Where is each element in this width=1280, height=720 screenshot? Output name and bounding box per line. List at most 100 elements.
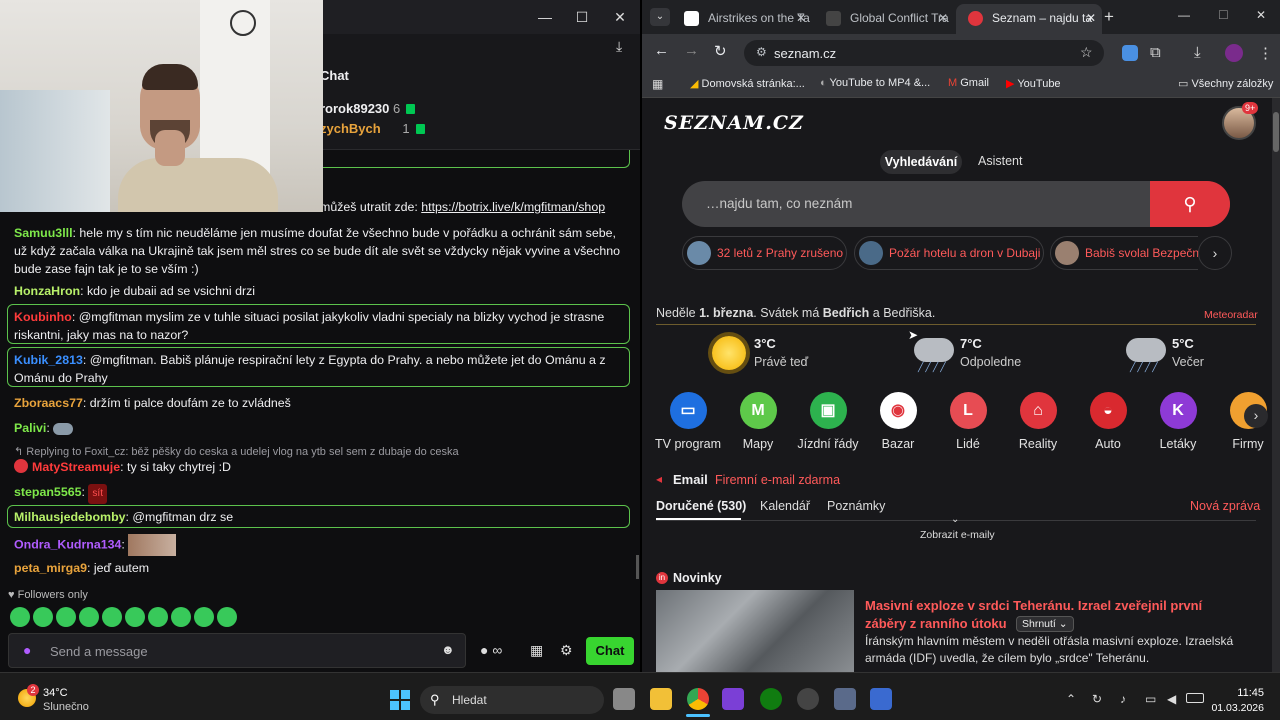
back-button[interactable]: ← bbox=[654, 42, 669, 59]
news-title[interactable]: Novinky bbox=[673, 571, 722, 585]
tab-search-button[interactable]: ⌄ bbox=[650, 8, 670, 26]
emote-icon[interactable] bbox=[33, 607, 53, 627]
microphone-icon[interactable]: ● bbox=[23, 642, 31, 658]
clock-time[interactable]: 11:45 bbox=[1214, 687, 1264, 699]
settings-icon[interactable] bbox=[834, 688, 856, 710]
service-letaky[interactable]: K Letáky bbox=[1143, 392, 1213, 451]
forward-button[interactable]: → bbox=[684, 42, 699, 59]
service-reality[interactable]: ⌂ Reality bbox=[1003, 392, 1073, 451]
chat-send-button[interactable]: Chat bbox=[586, 637, 634, 665]
gear-icon[interactable]: ⚙ bbox=[560, 642, 573, 659]
taskbar-search[interactable]: ⚲ Hledat bbox=[420, 686, 604, 714]
close-button[interactable]: ✕ bbox=[601, 0, 639, 34]
scrollbar[interactable] bbox=[1272, 98, 1280, 672]
bookmark-star-icon[interactable]: ☆ bbox=[1080, 44, 1093, 61]
battery-icon[interactable] bbox=[1186, 693, 1204, 703]
app-icon[interactable] bbox=[722, 688, 744, 710]
sync-icon[interactable]: ↻ bbox=[1092, 692, 1102, 706]
service-tv-program[interactable]: ▭ TV program bbox=[653, 392, 723, 451]
news-chip[interactable]: 32 letů z Prahy zrušeno bbox=[682, 236, 847, 270]
download-icon[interactable]: ⤓ bbox=[616, 38, 622, 55]
chevron-right-icon[interactable]: › bbox=[1244, 404, 1268, 428]
close-icon[interactable]: ✕ bbox=[1086, 4, 1096, 32]
service-auto[interactable]: ◒ Auto bbox=[1073, 392, 1143, 451]
xbox-icon[interactable] bbox=[760, 688, 782, 710]
file-explorer-icon[interactable] bbox=[650, 688, 672, 710]
shop-link[interactable]: https://botrix.live/k/mgfitman/shop bbox=[421, 200, 605, 214]
tab-seznam[interactable]: Seznam – najdu ta ✕ bbox=[956, 4, 1102, 34]
close-icon[interactable]: ✕ bbox=[796, 4, 806, 32]
download-icon[interactable]: ⤓ bbox=[1194, 44, 1201, 61]
tab-vyhledavani[interactable]: Vyhledávání bbox=[880, 150, 962, 174]
close-button[interactable]: ✕ bbox=[1256, 8, 1266, 22]
apps-icon[interactable]: ▦ bbox=[652, 77, 663, 91]
menu-icon[interactable]: ⋮ bbox=[1258, 44, 1273, 62]
bookmark-item[interactable]: ◐ YouTube to MP4 &... bbox=[820, 77, 930, 89]
leaderboard-entry[interactable]: rorok89230 6 bbox=[320, 101, 416, 116]
reload-button[interactable]: ↻ bbox=[714, 42, 727, 60]
emote-icon[interactable] bbox=[194, 607, 214, 627]
puzzle-icon[interactable]: ⧉ bbox=[1150, 44, 1161, 61]
scrollbar[interactable] bbox=[636, 555, 639, 579]
task-view-icon[interactable] bbox=[613, 688, 635, 710]
bookmark-item[interactable]: M Gmail bbox=[948, 77, 989, 89]
obs-icon[interactable] bbox=[797, 688, 819, 710]
news-chip[interactable]: Babiš svolal Bezpečn bbox=[1050, 236, 1198, 270]
tab-global-conflict[interactable]: Global Conflict Tra ✕ bbox=[814, 4, 954, 34]
windows-start-icon[interactable] bbox=[390, 690, 410, 710]
site-info-icon[interactable]: ⚙ bbox=[756, 45, 767, 59]
message-input[interactable]: ● Send a message ☻ bbox=[8, 633, 466, 668]
tab-calendar[interactable]: Kalendář bbox=[760, 499, 810, 513]
minimize-button[interactable]: — bbox=[1178, 8, 1190, 22]
extension-icon[interactable] bbox=[1122, 45, 1138, 61]
service-bazar[interactable]: ◉ Bazar bbox=[863, 392, 933, 451]
emote-icon[interactable] bbox=[56, 607, 76, 627]
service-mapy[interactable]: M Mapy bbox=[723, 392, 793, 451]
chevron-up-icon[interactable]: ⌃ bbox=[1066, 692, 1076, 706]
seznam-logo[interactable]: SEZNAM.CZ bbox=[664, 112, 804, 134]
service-jizdni-rady[interactable]: ▣ Jízdní řády bbox=[793, 392, 863, 451]
emote-icon[interactable] bbox=[148, 607, 168, 627]
close-icon[interactable]: ✕ bbox=[938, 4, 948, 32]
tab-asistent[interactable]: Asistent bbox=[978, 154, 1022, 168]
volume-icon[interactable]: ◀ bbox=[1167, 692, 1176, 706]
address-bar[interactable]: ⚙ seznam.cz ☆ bbox=[744, 40, 1104, 66]
tab-inbox[interactable]: Doručené (530) bbox=[656, 499, 746, 513]
minimize-button[interactable]: — bbox=[526, 0, 564, 34]
emote-icon[interactable] bbox=[171, 607, 191, 627]
taskbar-weather-temp[interactable]: 34°C bbox=[43, 687, 68, 699]
profile-icon[interactable] bbox=[1225, 44, 1243, 62]
article-image[interactable] bbox=[656, 590, 854, 672]
email-promo-link[interactable]: Firemní e-mail zdarma bbox=[715, 473, 840, 487]
store-icon[interactable]: ▦ bbox=[530, 642, 543, 659]
search-input[interactable]: …najdu tam, co neznám bbox=[682, 181, 1230, 227]
tab-notes[interactable]: Poznámky bbox=[827, 499, 885, 513]
tab-airstrikes[interactable]: Airstrikes on the Ta ✕ bbox=[672, 4, 812, 34]
news-chip[interactable]: Požár hotelu a dron v Dubaji bbox=[854, 236, 1044, 270]
emote-icon[interactable] bbox=[217, 607, 237, 627]
leaderboard-entry[interactable]: zychBych 1 bbox=[320, 121, 425, 136]
show-emails-button[interactable]: Zobrazit e-maily bbox=[920, 529, 995, 541]
maximize-button[interactable]: ☐ bbox=[1218, 8, 1229, 22]
network-icon[interactable]: ▭ bbox=[1145, 692, 1156, 706]
emoji-icon[interactable]: ☻ bbox=[441, 642, 455, 657]
new-tab-button[interactable]: + bbox=[1104, 7, 1114, 27]
bookmark-item[interactable]: ▶ YouTube bbox=[1006, 77, 1061, 90]
emote-icon[interactable] bbox=[79, 607, 99, 627]
search-button[interactable]: ⚲ bbox=[1150, 181, 1230, 227]
points-icon[interactable]: ● ∞ bbox=[480, 642, 502, 658]
summary-button[interactable]: Shrnutí ⌄ bbox=[1016, 616, 1074, 632]
app-icon[interactable] bbox=[870, 688, 892, 710]
meteoradar-link[interactable]: Meteoradar bbox=[1204, 309, 1258, 321]
emote-bar[interactable] bbox=[10, 607, 240, 629]
emote-icon[interactable] bbox=[102, 607, 122, 627]
emote-icon[interactable] bbox=[10, 607, 30, 627]
maximize-button[interactable]: ☐ bbox=[563, 0, 601, 34]
chrome-icon[interactable] bbox=[687, 688, 709, 710]
bookmark-item[interactable]: ▭ Všechny záložky bbox=[1178, 77, 1273, 90]
bookmark-item[interactable]: ◢ Domovská stránka:... bbox=[690, 77, 805, 90]
email-title[interactable]: Email bbox=[673, 472, 708, 487]
new-message-button[interactable]: Nová zpráva bbox=[1190, 499, 1260, 513]
chevron-right-icon[interactable]: › bbox=[1198, 236, 1232, 270]
microphone-icon[interactable]: ♪ bbox=[1120, 692, 1126, 706]
